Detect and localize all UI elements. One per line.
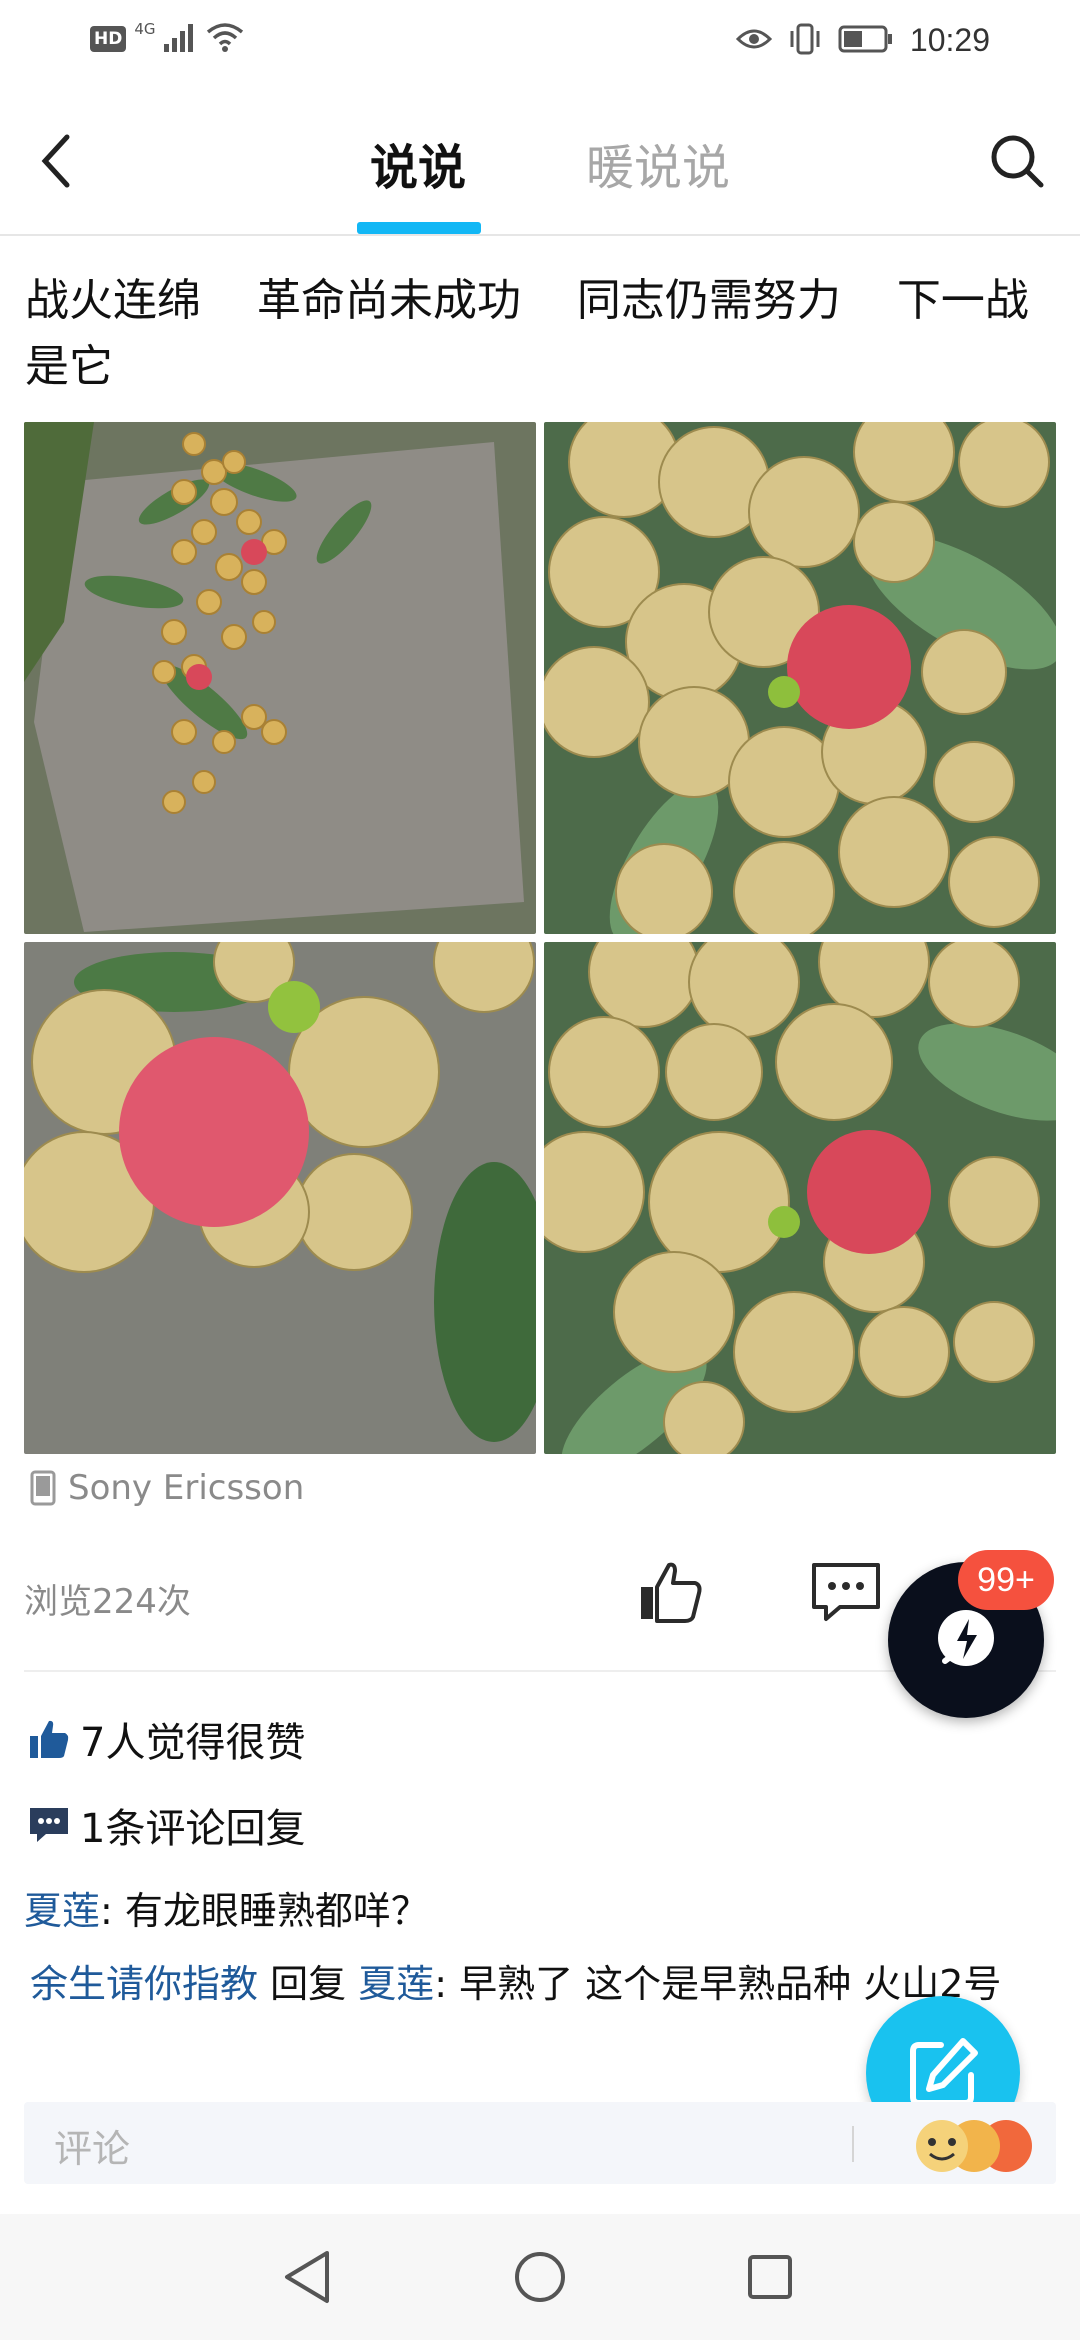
status-bar: HD 4G 10:29 bbox=[0, 0, 1080, 90]
longan-lychee-cluster-photo bbox=[544, 942, 1056, 1454]
like-button[interactable] bbox=[630, 1552, 710, 1632]
comment-text: : 有龙眼睡熟都咩？ bbox=[100, 1889, 429, 1933]
reply-author[interactable]: 余生请你指教 bbox=[30, 1962, 258, 2006]
comment-author[interactable]: 夏莲 bbox=[24, 1889, 100, 1933]
lightning-chat-icon bbox=[938, 1610, 994, 1666]
photo-2[interactable] bbox=[544, 422, 1056, 934]
wifi-icon bbox=[206, 22, 244, 56]
square-recents-icon bbox=[748, 2255, 792, 2299]
photo-1[interactable] bbox=[24, 422, 536, 934]
reply-text: : 早熟了 这个是早熟品种 火山2号 bbox=[434, 1962, 1002, 2006]
status-right: 10:29 bbox=[735, 22, 990, 59]
device-name: Sony Ericsson bbox=[68, 1468, 305, 1508]
chevron-left-icon bbox=[41, 134, 70, 188]
emoji-picker-icon[interactable] bbox=[886, 2112, 1036, 2174]
comment-item[interactable]: 夏莲: 有龙眼睡熟都咩？ bbox=[24, 1880, 429, 1935]
eye-icon bbox=[735, 27, 773, 55]
likes-text: 7人觉得很赞 bbox=[80, 1720, 306, 1766]
photo-3[interactable] bbox=[24, 942, 536, 1454]
comment-filled-icon bbox=[30, 1808, 68, 1842]
longan-bunch-on-rock-photo bbox=[24, 422, 536, 934]
notification-badge: 99+ bbox=[958, 1550, 1054, 1610]
post-text: 战火连绵 革命尚未成功 同志仍需努力 下一战是它 bbox=[25, 275, 1029, 392]
tab-shuoshuo[interactable]: 说说 bbox=[370, 128, 466, 198]
photo-grid bbox=[24, 422, 1056, 1454]
system-recents-button[interactable] bbox=[735, 2242, 805, 2312]
longan-lychee-closeup-photo bbox=[544, 422, 1056, 934]
system-navigation-bar bbox=[0, 2214, 1080, 2340]
signal-icon bbox=[163, 22, 198, 56]
likes-summary[interactable]: 7人觉得很赞 bbox=[28, 1710, 305, 1768]
comment-reply-item[interactable]: 余生请你指教 回复 夏莲: 早熟了 这个是早熟品种 火山2号 bbox=[30, 1956, 1060, 2012]
back-button[interactable] bbox=[20, 126, 90, 196]
search-button[interactable] bbox=[982, 126, 1052, 196]
phone-icon bbox=[30, 1470, 56, 1506]
comment-input-bar[interactable]: 评论 bbox=[24, 2102, 1056, 2184]
system-back-button[interactable] bbox=[272, 2242, 342, 2312]
comments-summary[interactable]: 1条评论回复 bbox=[28, 1796, 305, 1854]
input-divider bbox=[852, 2126, 854, 2162]
network-type: 4G bbox=[134, 20, 156, 38]
reply-target[interactable]: 夏莲 bbox=[358, 1962, 434, 2006]
triangle-back-icon bbox=[285, 2251, 329, 2303]
clock: 10:29 bbox=[909, 22, 990, 58]
hd-badge: HD bbox=[90, 26, 127, 52]
active-tab-indicator bbox=[357, 222, 481, 234]
photo-4[interactable] bbox=[544, 942, 1056, 1454]
tab-nuan-shuoshuo[interactable]: 暖说说 bbox=[586, 128, 730, 198]
vibrate-icon bbox=[788, 23, 822, 59]
thumbs-up-icon bbox=[641, 1562, 702, 1623]
edit-icon bbox=[910, 2038, 978, 2106]
status-left: HD 4G bbox=[90, 20, 244, 56]
comment-button[interactable] bbox=[806, 1552, 886, 1632]
comments-text: 1条评论回复 bbox=[80, 1806, 306, 1852]
comment-placeholder: 评论 bbox=[54, 2127, 131, 2171]
system-home-button[interactable] bbox=[505, 2242, 575, 2312]
device-source: Sony Ericsson bbox=[30, 1468, 304, 1508]
view-count: 浏览224次 bbox=[24, 1582, 191, 1622]
top-nav-bar: 说说 暖说说 bbox=[0, 100, 1080, 236]
comment-bubble-icon bbox=[812, 1563, 880, 1621]
battery-icon bbox=[838, 25, 894, 57]
search-icon bbox=[991, 135, 1044, 188]
reply-word: 回复 bbox=[258, 1962, 359, 2006]
lychee-closeup-photo bbox=[24, 942, 536, 1454]
thumbs-up-filled-icon bbox=[30, 1720, 69, 1758]
circle-home-icon bbox=[515, 2252, 565, 2302]
